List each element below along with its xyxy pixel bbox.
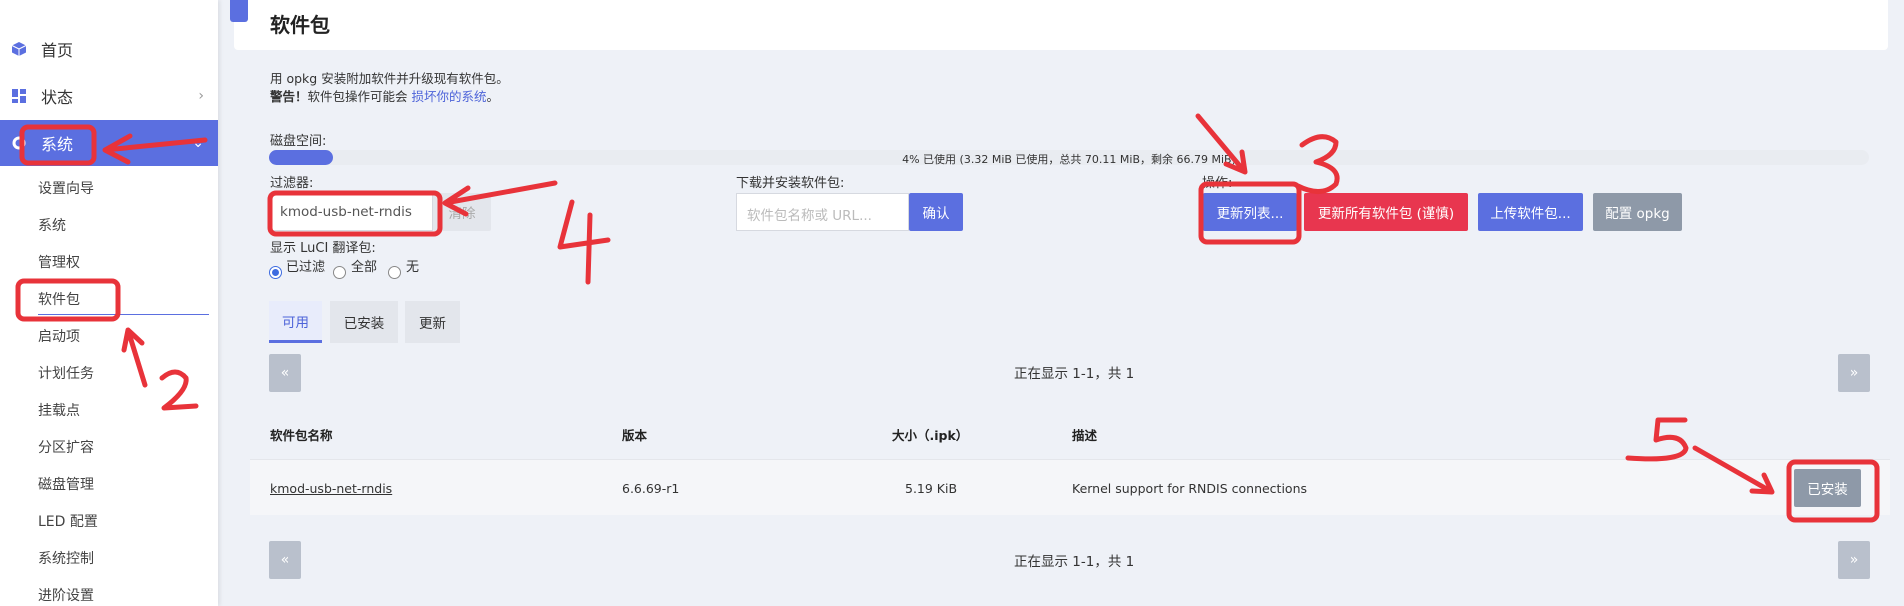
highlight-update-lists (1198, 181, 1302, 245)
arrow-update-lists (1195, 113, 1248, 175)
annotation-overlay (15, 113, 1880, 523)
label-5 (1625, 417, 1689, 462)
highlight-system (19, 124, 97, 166)
highlight-software (15, 278, 121, 322)
label-2 (159, 369, 199, 411)
highlight-filter (267, 190, 443, 237)
label-3 (1295, 134, 1340, 194)
arrow-software (121, 327, 148, 388)
arrow-system (102, 133, 208, 165)
arrow-installed (1692, 445, 1775, 495)
label-4 (557, 199, 611, 285)
arrow-filter (442, 180, 558, 217)
highlight-installed (1786, 459, 1880, 523)
